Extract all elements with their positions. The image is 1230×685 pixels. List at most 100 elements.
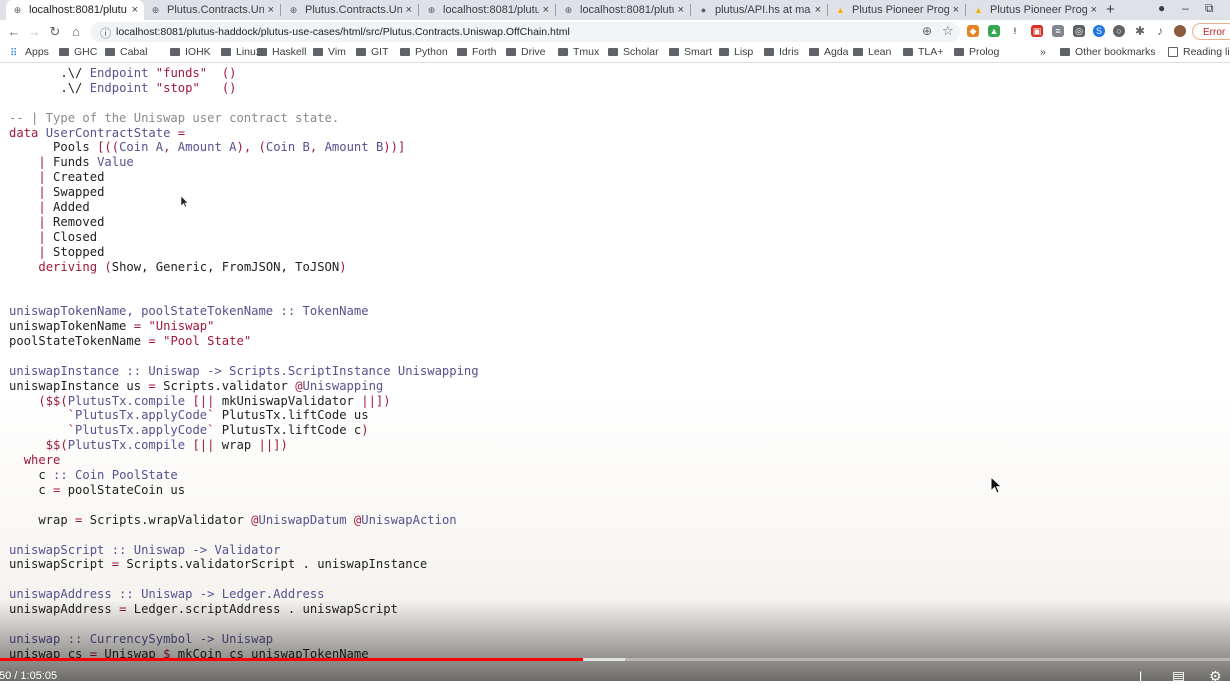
bookmark-vim[interactable]: Vim [313, 46, 346, 58]
tab-title: Plutus.Contracts.Uni [305, 4, 402, 16]
close-tab-icon[interactable]: × [268, 4, 274, 16]
back-icon[interactable]: ← [6, 24, 22, 39]
info-icon[interactable]: ⓘ [100, 25, 111, 41]
bookmark-smart[interactable]: Smart [669, 46, 712, 58]
bookmark-label: Vim [328, 46, 346, 58]
bookmark-forth[interactable]: Forth [457, 46, 497, 58]
metamask-icon[interactable]: ◆ [967, 25, 979, 37]
bookmark-idris[interactable]: Idris [764, 46, 799, 58]
folder-icon [170, 48, 180, 56]
bookmark-python[interactable]: Python [400, 46, 448, 58]
browser-tab[interactable]: ⊕ localhost:8081/plutu × [6, 0, 144, 20]
code-token: [|| [192, 393, 215, 408]
close-tab-icon[interactable]: × [678, 4, 684, 16]
bookmark-git[interactable]: GIT [356, 46, 389, 58]
bookmark-lisp[interactable]: Lisp [719, 46, 753, 58]
error-button[interactable]: Error [1192, 23, 1230, 40]
folder-icon [764, 48, 774, 56]
home-icon[interactable]: ⌂ [68, 24, 84, 39]
folder-icon [954, 48, 964, 56]
extension-icon[interactable]: ◎ [1073, 25, 1085, 37]
code-token: | [38, 185, 46, 200]
reading-list[interactable]: Reading lis [1168, 46, 1230, 58]
bookmark-star-icon[interactable]: ☆ [942, 23, 954, 39]
restore-icon[interactable]: ⧉ [1205, 1, 1214, 16]
code-token: :: Coin PoolState [53, 468, 178, 483]
profile-menu-icon[interactable]: ● [1158, 1, 1165, 15]
browser-tab[interactable]: ● plutus/API.hs at mas × [692, 0, 827, 20]
code-token: Stopped [45, 244, 105, 259]
bookmark-lean[interactable]: Lean [853, 46, 891, 58]
globe-icon: ⊕ [289, 4, 298, 15]
close-tab-icon[interactable]: × [543, 4, 549, 16]
extension-icon[interactable]: ○ [1113, 25, 1125, 37]
close-tab-icon[interactable]: × [406, 4, 412, 16]
code-token: PlutusTx.compile [67, 393, 186, 408]
tab-title: localhost:8081/plutu [580, 4, 674, 16]
close-tab-icon[interactable]: × [132, 4, 138, 16]
code-line: $$(PlutusTx.compile [|| wrap ||]) [9, 438, 479, 453]
other-bookmarks[interactable]: Other bookmarks [1060, 46, 1156, 58]
bookmark-ghc[interactable]: GHC [59, 46, 97, 58]
code-token: ` [67, 408, 76, 423]
extension-icon[interactable]: ⵑ [1009, 25, 1021, 37]
code-token: , [163, 140, 178, 155]
close-tab-icon[interactable]: × [815, 4, 821, 16]
bookmark-agda[interactable]: Agda [809, 46, 849, 58]
extension-icon[interactable]: ▣ [1031, 25, 1043, 37]
bookmark-tla[interactable]: TLA+ [903, 46, 943, 58]
browser-tab[interactable]: ⊕ localhost:8081/plutu × [420, 0, 555, 20]
code-token: ` [67, 423, 76, 438]
folder-icon [853, 48, 863, 56]
url-text[interactable]: localhost:8081/plutus-haddock/plutus-use… [116, 26, 570, 38]
folder-icon [59, 48, 69, 56]
browser-tab[interactable]: ▲ Plutus Pioneer Progr × [829, 0, 965, 20]
bookmark-apps[interactable]: ⠿ Apps [10, 46, 49, 59]
puzzle-icon[interactable]: ✱ [1134, 25, 1146, 37]
apps-grid-icon: ⠿ [10, 48, 18, 59]
new-tab-button[interactable]: + [1106, 1, 1115, 18]
extension-icon[interactable]: S [1093, 25, 1105, 37]
subtitles-icon[interactable]: ▤ [1172, 668, 1185, 685]
minimize-icon[interactable]: – [1182, 1, 1189, 15]
code-line: data UserContractState = [9, 126, 479, 141]
bookmark-cabal[interactable]: Cabal [105, 46, 147, 58]
bookmark-haskell[interactable]: Haskell [257, 46, 306, 58]
tab-separator [690, 4, 691, 16]
zoom-icon[interactable]: ⊕ [922, 24, 932, 38]
autoplay-toggle-icon[interactable]: ⏽ [1135, 668, 1146, 685]
browser-tab[interactable]: ⊕ Plutus.Contracts.Uni × [282, 0, 418, 20]
bookmark-linux[interactable]: Linux [221, 46, 261, 58]
bookmark-scholar[interactable]: Scholar [608, 46, 659, 58]
media-icon[interactable]: ♪ [1154, 25, 1166, 37]
close-tab-icon[interactable]: × [953, 4, 959, 16]
browser-tab[interactable]: ⊕ localhost:8081/plutu × [557, 0, 690, 20]
bookmark-drive[interactable]: Drive [506, 46, 546, 58]
code-line: `PlutusTx.applyCode` PlutusTx.liftCode u… [9, 408, 479, 423]
code-line: | Funds Value [9, 155, 479, 170]
bookmarks-bar: » Other bookmarks Reading lis ⠿ Apps GHC Ca… [0, 44, 1230, 63]
browser-tab[interactable]: ▲ Plutus Pioneer Progr × [967, 0, 1103, 20]
bookmark-tmux[interactable]: Tmux [558, 46, 599, 58]
forward-icon[interactable]: → [26, 24, 42, 39]
settings-gear-icon[interactable]: ⚙ [1209, 668, 1222, 685]
more-bookmarks-icon[interactable]: » [1040, 46, 1046, 58]
extension-icon[interactable]: ≡ [1052, 25, 1064, 37]
extension-icon[interactable]: ▲ [988, 25, 1000, 37]
tab-strip: + ● – ⧉ ⊕ localhost:8081/plutu × ⊕ Plutus.Co… [0, 0, 1230, 20]
address-bar[interactable]: ⓘ localhost:8081/plutus-haddock/plutus-u… [90, 22, 960, 42]
browser-tab[interactable]: ⊕ Plutus.Contracts.Uni × [144, 0, 280, 20]
code-token: "stop" [155, 80, 200, 95]
code-token: c [9, 468, 54, 483]
video-progress-bar[interactable] [0, 658, 584, 661]
avatar[interactable] [1174, 25, 1186, 37]
code-token: [|| [192, 438, 215, 453]
reload-icon[interactable]: ↻ [47, 24, 63, 40]
bookmark-iohk[interactable]: IOHK [170, 46, 211, 58]
bookmark-label: Forth [472, 46, 497, 58]
bookmark-prolog[interactable]: Prolog [954, 46, 999, 58]
close-tab-icon[interactable]: × [1091, 4, 1097, 16]
